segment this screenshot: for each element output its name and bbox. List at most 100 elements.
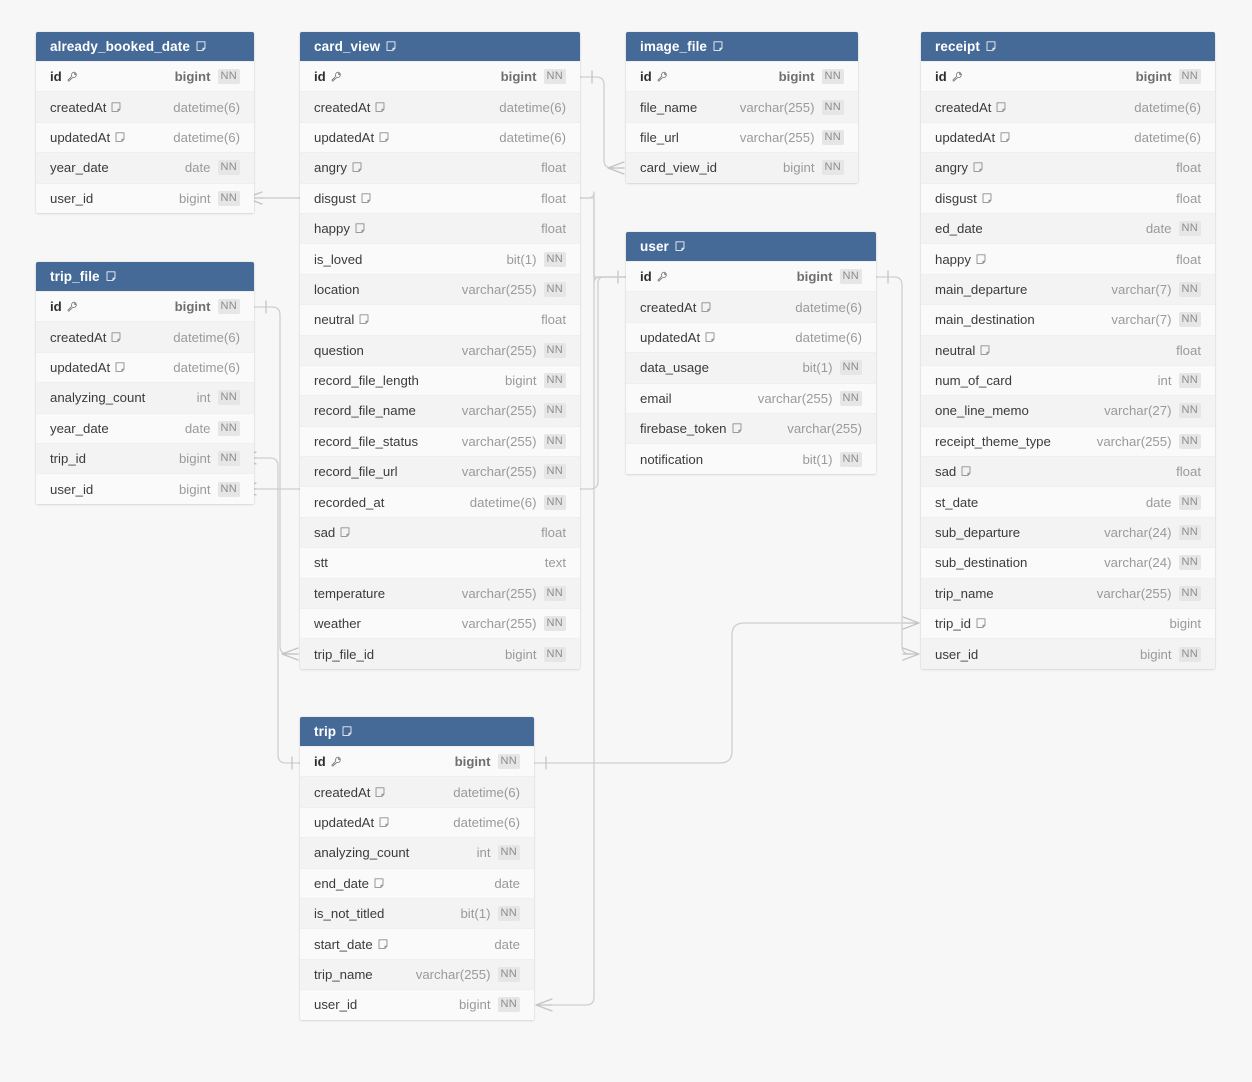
column-row[interactable]: end_date date [300,867,534,898]
table-trip[interactable]: trip id bigint NN createdAt datetime(6) update… [300,717,534,1020]
erd-canvas[interactable]: already_booked_date id bigint NN createdAt da… [0,0,1252,1082]
column-row[interactable]: trip_name varchar(255) NN [921,577,1215,609]
column-row[interactable]: sad float [921,456,1215,487]
column-row[interactable]: id bigint NN [626,261,876,292]
table-user[interactable]: user id bigint NN createdAt datetime(6) update… [626,232,876,474]
column-row[interactable]: angry float [921,152,1215,183]
column-row[interactable]: one_line_memo varchar(27) NN [921,395,1215,426]
column-row[interactable]: trip_name varchar(255) NN [300,958,534,990]
table-title: already_booked_date [50,39,190,54]
column-row[interactable]: year_date date NN [36,412,254,443]
table-header-image_file[interactable]: image_file [626,32,858,61]
table-trip_file[interactable]: trip_file id bigint NN createdAt datetime(6) u… [36,262,254,504]
column-row[interactable]: record_file_name varchar(255) NN [300,395,580,426]
column-row[interactable]: num_of_card int NN [921,364,1215,396]
column-row[interactable]: trip_file_id bigint NN [300,638,580,669]
column-row[interactable]: sad float [300,516,580,548]
column-type: datetime(6) [795,299,862,315]
column-row[interactable]: firebase_token varchar(255) [626,412,876,444]
table-header-card_view[interactable]: card_view [300,32,580,61]
column-row[interactable]: start_date date [300,928,534,959]
column-name-cell: happy [935,252,986,267]
column-row[interactable]: temperature varchar(255) NN [300,577,580,609]
column-row[interactable]: user_id bigint NN [36,182,254,213]
column-row[interactable]: user_id bigint NN [921,638,1215,669]
column-row[interactable]: id bigint NN [626,61,858,92]
column-row[interactable]: updatedAt datetime(6) [626,321,876,353]
column-row[interactable]: neutral float [921,334,1215,365]
column-row[interactable]: record_file_url varchar(255) NN [300,456,580,487]
table-image_file[interactable]: image_file id bigint NN file_name varchar(255… [626,32,858,183]
column-meta-cell: varchar(255) NN [462,464,566,480]
column-row[interactable]: disgust float [300,182,580,213]
column-meta-cell: varchar(255) [787,421,862,436]
column-row[interactable]: trip_id bigint NN [36,442,254,474]
column-row[interactable]: stt text [300,547,580,578]
column-row[interactable]: happy float [921,243,1215,274]
column-row[interactable]: data_usage bit(1) NN [626,352,876,383]
column-row[interactable]: updatedAt datetime(6) [36,121,254,153]
column-meta-cell: float [541,191,566,206]
table-header-trip_file[interactable]: trip_file [36,262,254,291]
column-row[interactable]: id bigint NN [300,61,580,92]
note-icon [361,193,371,204]
column-row[interactable]: updatedAt datetime(6) [36,351,254,383]
column-row[interactable]: createdAt datetime(6) [921,91,1215,122]
column-row[interactable]: record_file_status varchar(255) NN [300,425,580,457]
column-row[interactable]: updatedAt datetime(6) [300,806,534,838]
column-row[interactable]: updatedAt datetime(6) [300,121,580,153]
column-row[interactable]: receipt_theme_type varchar(255) NN [921,425,1215,457]
column-row[interactable]: analyzing_count int NN [300,837,534,868]
column-row[interactable]: sub_departure varchar(24) NN [921,516,1215,548]
column-row[interactable]: card_view_id bigint NN [626,152,858,183]
table-receipt[interactable]: receipt id bigint NN createdAt datetime(6) upd… [921,32,1215,669]
column-row[interactable]: is_loved bit(1) NN [300,243,580,274]
column-row[interactable]: user_id bigint NN [36,473,254,504]
column-row[interactable]: record_file_length bigint NN [300,364,580,396]
table-header-already_booked_date[interactable]: already_booked_date [36,32,254,61]
column-name-cell: record_file_name [314,403,416,418]
column-row[interactable]: file_name varchar(255) NN [626,91,858,122]
column-row[interactable]: id bigint NN [36,291,254,322]
column-row[interactable]: is_not_titled bit(1) NN [300,897,534,929]
column-row[interactable]: main_departure varchar(7) NN [921,273,1215,305]
column-row[interactable]: analyzing_count int NN [36,382,254,413]
column-row[interactable]: createdAt datetime(6) [626,291,876,322]
column-row[interactable]: id bigint NN [921,61,1215,92]
column-row[interactable]: recorded_at datetime(6) NN [300,486,580,517]
column-type: float [541,525,566,541]
column-row[interactable]: question varchar(255) NN [300,334,580,365]
column-row[interactable]: main_destination varchar(7) NN [921,304,1215,335]
column-row[interactable]: neutral float [300,304,580,335]
column-row[interactable]: createdAt datetime(6) [36,91,254,122]
column-row[interactable]: location varchar(255) NN [300,273,580,305]
column-name: createdAt [50,99,107,115]
column-row[interactable]: st_date date NN [921,486,1215,517]
column-row[interactable]: ed_date date NN [921,212,1215,244]
column-row[interactable]: createdAt datetime(6) [36,321,254,352]
table-header-trip[interactable]: trip [300,717,534,746]
column-row[interactable]: trip_id bigint [921,608,1215,639]
column-row[interactable]: notification bit(1) NN [626,443,876,474]
column-meta-cell: bigint NN [505,646,566,662]
column-name-cell: analyzing_count [50,390,145,405]
column-row[interactable]: createdAt datetime(6) [300,91,580,122]
column-row[interactable]: user_id bigint NN [300,989,534,1020]
table-card_view[interactable]: card_view id bigint NN createdAt datetime(6) u… [300,32,580,669]
column-row[interactable]: id bigint NN [300,746,534,777]
column-row[interactable]: file_url varchar(255) NN [626,121,858,153]
column-row[interactable]: happy float [300,212,580,244]
table-already_booked_date[interactable]: already_booked_date id bigint NN createdAt da… [36,32,254,213]
column-row[interactable]: weather varchar(255) NN [300,608,580,639]
column-row[interactable]: updatedAt datetime(6) [921,121,1215,153]
column-row[interactable]: id bigint NN [36,61,254,92]
column-row[interactable]: year_date date NN [36,152,254,183]
column-row[interactable]: angry float [300,152,580,183]
table-header-user[interactable]: user [626,232,876,261]
column-name: sad [314,525,336,541]
column-row[interactable]: email varchar(255) NN [626,382,876,413]
column-row[interactable]: disgust float [921,182,1215,213]
column-row[interactable]: createdAt datetime(6) [300,776,534,807]
table-header-receipt[interactable]: receipt [921,32,1215,61]
column-row[interactable]: sub_destination varchar(24) NN [921,547,1215,578]
